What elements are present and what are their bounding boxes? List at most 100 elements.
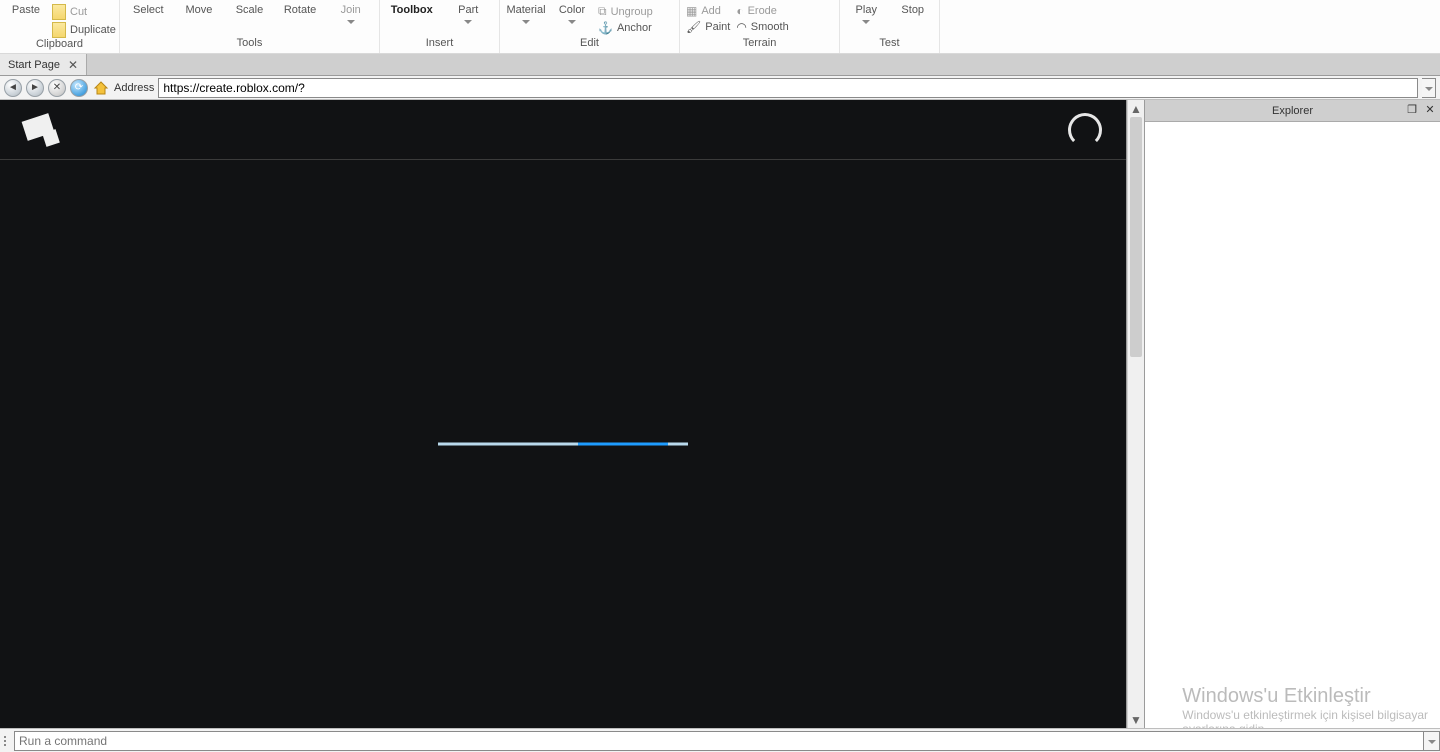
play-button[interactable]: Play [846,4,886,24]
scale-button[interactable]: Scale [229,4,269,16]
play-label: Play [856,4,877,16]
ribbon-group-edit: Material Color ⧉ Ungroup ⚓ Anchor Edit [500,0,680,53]
select-label: Select [133,4,164,16]
edit-group-label: Edit [506,37,673,53]
tab-start-page[interactable]: Start Page ✕ [0,54,87,75]
toolbox-label: Toolbox [391,4,433,16]
address-label: Address [114,82,154,94]
close-tab-icon[interactable]: ✕ [68,58,78,72]
duplicate-button[interactable]: Duplicate [52,22,116,38]
cut-label: Cut [70,6,87,18]
cut-button[interactable]: Cut [52,4,116,20]
paste-button[interactable]: Paste [6,4,46,16]
material-button[interactable]: Material [506,4,546,24]
panel-undock-icon[interactable]: ❐ [1406,103,1418,115]
material-label: Material [506,4,545,16]
rotate-button[interactable]: Rotate [280,4,320,16]
toolbox-button[interactable]: Toolbox [391,4,433,16]
browser-toolbar: ◄ ► ✕ ⟳ Address [0,76,1440,100]
chevron-down-icon [1428,740,1436,744]
command-bar-grip-icon[interactable] [4,732,10,750]
address-input[interactable] [158,78,1418,98]
terrain-paint-label: Paint [705,21,730,33]
explorer-panel: Explorer ❐ ✕ [1144,100,1440,728]
chevron-down-icon [522,20,530,24]
move-label: Move [185,4,212,16]
nav-stop-button[interactable]: ✕ [48,79,66,97]
document-tabbar: Start Page ✕ [0,54,1440,76]
duplicate-label: Duplicate [70,24,116,36]
color-label: Color [559,4,585,16]
vertical-scrollbar[interactable]: ▲ ▼ [1127,100,1144,728]
select-button[interactable]: Select [128,4,168,16]
main-area: ▲ ▼ Explorer ❐ ✕ [0,100,1440,728]
scroll-down-icon[interactable]: ▼ [1128,711,1144,728]
scale-label: Scale [236,4,264,16]
tab-label: Start Page [8,59,60,71]
loading-progress-bar [578,443,668,446]
stop-button[interactable]: Stop [893,4,933,16]
loading-progress [438,443,688,446]
terrain-add-button[interactable]: ▦ Add [686,4,730,18]
part-button[interactable]: Part [448,4,488,24]
ribbon: Paste Cut Duplicate Clipboard Select Mov… [0,0,1440,54]
chevron-down-icon [1425,87,1433,91]
chevron-down-icon [464,20,472,24]
explorer-title-label: Explorer [1272,105,1313,117]
terrain-erode-label: Erode [748,5,777,17]
rotate-label: Rotate [284,4,316,16]
ribbon-group-terrain: ▦ Add 🖌 Paint ◐ Erode ◠ Smooth Terra [680,0,840,53]
erode-icon: ◐ [736,4,743,18]
nav-back-button[interactable]: ◄ [4,79,22,97]
panel-close-icon[interactable]: ✕ [1424,103,1436,115]
ungroup-icon: ⧉ [598,4,607,19]
ribbon-group-insert: Toolbox Part Insert [380,0,500,53]
page-header [0,100,1126,160]
tools-group-label: Tools [126,37,373,53]
duplicate-icon [52,22,66,38]
anchor-label: Anchor [617,22,652,34]
ungroup-label: Ungroup [611,6,653,18]
insert-group-label: Insert [386,37,493,53]
home-icon [93,80,109,96]
terrain-smooth-label: Smooth [751,21,789,33]
nav-forward-button[interactable]: ► [26,79,44,97]
terrain-add-label: Add [701,5,721,17]
clipboard-group-label: Clipboard [6,38,113,54]
cut-icon [52,4,66,20]
ungroup-button[interactable]: ⧉ Ungroup [598,4,653,19]
anchor-button[interactable]: ⚓ Anchor [598,21,653,35]
chevron-down-icon [862,20,870,24]
ribbon-group-clipboard: Paste Cut Duplicate Clipboard [0,0,120,53]
scroll-thumb[interactable] [1130,117,1142,357]
anchor-icon: ⚓ [598,21,613,35]
explorer-titlebar: Explorer ❐ ✕ [1145,100,1440,122]
paste-label: Paste [12,4,40,16]
scroll-track[interactable] [1128,357,1144,711]
command-bar [0,728,1440,752]
ribbon-group-test: Play Stop Test [840,0,940,53]
move-button[interactable]: Move [179,4,219,16]
stop-label: Stop [901,4,924,16]
nav-home-button[interactable] [92,79,110,97]
terrain-erode-button[interactable]: ◐ Erode [736,4,788,18]
join-button[interactable]: Join [331,4,371,24]
loading-spinner-icon [1068,113,1102,147]
terrain-smooth-button[interactable]: ◠ Smooth [736,20,788,34]
part-label: Part [458,4,478,16]
terrain-paint-button[interactable]: 🖌 Paint [686,20,730,34]
add-terrain-icon: ▦ [686,4,697,18]
explorer-body [1145,122,1440,728]
command-input[interactable] [14,731,1424,751]
command-history-dropdown[interactable] [1424,731,1440,751]
address-dropdown[interactable] [1422,78,1436,98]
page-body [0,160,1126,728]
terrain-group-label: Terrain [686,37,833,53]
color-button[interactable]: Color [552,4,592,24]
chevron-down-icon [568,20,576,24]
nav-refresh-button[interactable]: ⟳ [70,79,88,97]
scroll-up-icon[interactable]: ▲ [1128,100,1144,117]
roblox-logo-icon [24,111,62,149]
join-label: Join [341,4,361,16]
chevron-down-icon [347,20,355,24]
